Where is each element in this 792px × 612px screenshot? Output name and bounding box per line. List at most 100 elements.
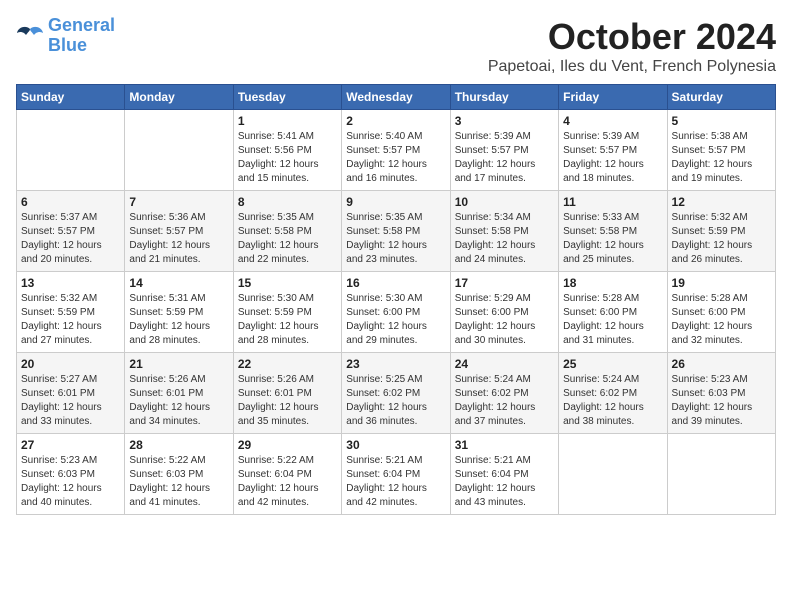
weekday-header-thursday: Thursday [450, 85, 558, 110]
day-number: 25 [563, 357, 662, 371]
day-number: 22 [238, 357, 337, 371]
day-info: Sunrise: 5:23 AMSunset: 6:03 PMDaylight:… [672, 373, 771, 429]
calendar-cell [17, 110, 125, 191]
day-info: Sunrise: 5:37 AMSunset: 5:57 PMDaylight:… [21, 211, 120, 267]
day-number: 3 [455, 114, 554, 128]
calendar-cell: 20 Sunrise: 5:27 AMSunset: 6:01 PMDayligh… [17, 353, 125, 434]
calendar-cell: 29 Sunrise: 5:22 AMSunset: 6:04 PMDayligh… [233, 434, 341, 515]
calendar-cell: 25 Sunrise: 5:24 AMSunset: 6:02 PMDayligh… [559, 353, 667, 434]
day-number: 4 [563, 114, 662, 128]
day-info: Sunrise: 5:28 AMSunset: 6:00 PMDaylight:… [563, 292, 662, 348]
weekday-header-monday: Monday [125, 85, 233, 110]
calendar-cell: 28 Sunrise: 5:22 AMSunset: 6:03 PMDayligh… [125, 434, 233, 515]
day-number: 16 [346, 276, 445, 290]
day-info: Sunrise: 5:32 AMSunset: 5:59 PMDaylight:… [672, 211, 771, 267]
day-info: Sunrise: 5:35 AMSunset: 5:58 PMDaylight:… [238, 211, 337, 267]
calendar-cell: 27 Sunrise: 5:23 AMSunset: 6:03 PMDayligh… [17, 434, 125, 515]
calendar-cell: 19 Sunrise: 5:28 AMSunset: 6:00 PMDayligh… [667, 272, 775, 353]
day-number: 17 [455, 276, 554, 290]
day-info: Sunrise: 5:21 AMSunset: 6:04 PMDaylight:… [346, 454, 445, 510]
calendar-cell: 31Sunrise: 5:21 AMSunset: 6:04 PMDayligh… [450, 434, 558, 515]
day-number: 10 [455, 195, 554, 209]
day-number: 6 [21, 195, 120, 209]
logo-icon [16, 25, 44, 47]
calendar-cell: 26 Sunrise: 5:23 AMSunset: 6:03 PMDayligh… [667, 353, 775, 434]
day-number: 20 [21, 357, 120, 371]
logo: General Blue [16, 16, 115, 56]
day-info: Sunrise: 5:39 AMSunset: 5:57 PMDaylight:… [455, 130, 554, 186]
day-info: Sunrise: 5:32 AMSunset: 5:59 PMDaylight:… [21, 292, 120, 348]
calendar-cell [559, 434, 667, 515]
title-block: October 2024 Papetoai, Iles du Vent, Fre… [488, 16, 776, 76]
day-number: 27 [21, 438, 120, 452]
day-info: Sunrise: 5:31 AMSunset: 5:59 PMDaylight:… [129, 292, 228, 348]
day-info: Sunrise: 5:34 AMSunset: 5:58 PMDaylight:… [455, 211, 554, 267]
day-info: Sunrise: 5:30 AMSunset: 6:00 PMDaylight:… [346, 292, 445, 348]
calendar-cell: 2 Sunrise: 5:40 AMSunset: 5:57 PMDaylight… [342, 110, 450, 191]
day-number: 18 [563, 276, 662, 290]
day-number: 15 [238, 276, 337, 290]
day-info: Sunrise: 5:27 AMSunset: 6:01 PMDaylight:… [21, 373, 120, 429]
weekday-header-wednesday: Wednesday [342, 85, 450, 110]
calendar-cell: 13 Sunrise: 5:32 AMSunset: 5:59 PMDayligh… [17, 272, 125, 353]
day-number: 26 [672, 357, 771, 371]
day-info: Sunrise: 5:28 AMSunset: 6:00 PMDaylight:… [672, 292, 771, 348]
day-number: 13 [21, 276, 120, 290]
day-info: Sunrise: 5:36 AMSunset: 5:57 PMDaylight:… [129, 211, 228, 267]
calendar-cell: 1 Sunrise: 5:41 AMSunset: 5:56 PMDaylight… [233, 110, 341, 191]
day-number: 21 [129, 357, 228, 371]
calendar-cell: 23 Sunrise: 5:25 AMSunset: 6:02 PMDayligh… [342, 353, 450, 434]
calendar-cell: 18 Sunrise: 5:28 AMSunset: 6:00 PMDayligh… [559, 272, 667, 353]
day-info: Sunrise: 5:24 AMSunset: 6:02 PMDaylight:… [455, 373, 554, 429]
calendar-cell: 8Sunrise: 5:35 AMSunset: 5:58 PMDaylight… [233, 191, 341, 272]
day-info: Sunrise: 5:24 AMSunset: 6:02 PMDaylight:… [563, 373, 662, 429]
calendar-cell: 5Sunrise: 5:38 AMSunset: 5:57 PMDaylight… [667, 110, 775, 191]
calendar-cell: 21 Sunrise: 5:26 AMSunset: 6:01 PMDayligh… [125, 353, 233, 434]
day-number: 24 [455, 357, 554, 371]
day-number: 12 [672, 195, 771, 209]
calendar-cell [125, 110, 233, 191]
day-number: 29 [238, 438, 337, 452]
calendar-cell: 14 Sunrise: 5:31 AMSunset: 5:59 PMDayligh… [125, 272, 233, 353]
day-info: Sunrise: 5:22 AMSunset: 6:04 PMDaylight:… [238, 454, 337, 510]
calendar-week-row: 27 Sunrise: 5:23 AMSunset: 6:03 PMDayligh… [17, 434, 776, 515]
day-info: Sunrise: 5:29 AMSunset: 6:00 PMDaylight:… [455, 292, 554, 348]
day-info: Sunrise: 5:26 AMSunset: 6:01 PMDaylight:… [238, 373, 337, 429]
day-number: 19 [672, 276, 771, 290]
day-number: 23 [346, 357, 445, 371]
calendar-week-row: 20 Sunrise: 5:27 AMSunset: 6:01 PMDayligh… [17, 353, 776, 434]
calendar-cell: 6 Sunrise: 5:37 AMSunset: 5:57 PMDaylight… [17, 191, 125, 272]
day-number: 1 [238, 114, 337, 128]
day-info: Sunrise: 5:33 AMSunset: 5:58 PMDaylight:… [563, 211, 662, 267]
calendar-cell: 17 Sunrise: 5:29 AMSunset: 6:00 PMDayligh… [450, 272, 558, 353]
day-info: Sunrise: 5:25 AMSunset: 6:02 PMDaylight:… [346, 373, 445, 429]
calendar-table: SundayMondayTuesdayWednesdayThursdayFrid… [16, 84, 776, 515]
day-number: 14 [129, 276, 228, 290]
day-info: Sunrise: 5:22 AMSunset: 6:03 PMDaylight:… [129, 454, 228, 510]
calendar-cell [667, 434, 775, 515]
logo-general: General [48, 15, 115, 35]
month-year-title: October 2024 [488, 16, 776, 58]
weekday-header-tuesday: Tuesday [233, 85, 341, 110]
day-number: 7 [129, 195, 228, 209]
day-number: 5 [672, 114, 771, 128]
calendar-cell: 4Sunrise: 5:39 AMSunset: 5:57 PMDaylight… [559, 110, 667, 191]
calendar-cell: 10 Sunrise: 5:34 AMSunset: 5:58 PMDayligh… [450, 191, 558, 272]
calendar-week-row: 1 Sunrise: 5:41 AMSunset: 5:56 PMDaylight… [17, 110, 776, 191]
day-info: Sunrise: 5:23 AMSunset: 6:03 PMDaylight:… [21, 454, 120, 510]
weekday-header-row: SundayMondayTuesdayWednesdayThursdayFrid… [17, 85, 776, 110]
calendar-week-row: 6 Sunrise: 5:37 AMSunset: 5:57 PMDaylight… [17, 191, 776, 272]
calendar-cell: 30Sunrise: 5:21 AMSunset: 6:04 PMDayligh… [342, 434, 450, 515]
day-number: 28 [129, 438, 228, 452]
day-info: Sunrise: 5:26 AMSunset: 6:01 PMDaylight:… [129, 373, 228, 429]
calendar-cell: 15 Sunrise: 5:30 AMSunset: 5:59 PMDayligh… [233, 272, 341, 353]
weekday-header-friday: Friday [559, 85, 667, 110]
day-number: 2 [346, 114, 445, 128]
day-info: Sunrise: 5:40 AMSunset: 5:57 PMDaylight:… [346, 130, 445, 186]
calendar-cell: 7 Sunrise: 5:36 AMSunset: 5:57 PMDaylight… [125, 191, 233, 272]
page-header: General Blue October 2024 Papetoai, Iles… [16, 16, 776, 76]
calendar-cell: 22 Sunrise: 5:26 AMSunset: 6:01 PMDayligh… [233, 353, 341, 434]
day-info: Sunrise: 5:41 AMSunset: 5:56 PMDaylight:… [238, 130, 337, 186]
calendar-cell: 3 Sunrise: 5:39 AMSunset: 5:57 PMDaylight… [450, 110, 558, 191]
day-info: Sunrise: 5:30 AMSunset: 5:59 PMDaylight:… [238, 292, 337, 348]
